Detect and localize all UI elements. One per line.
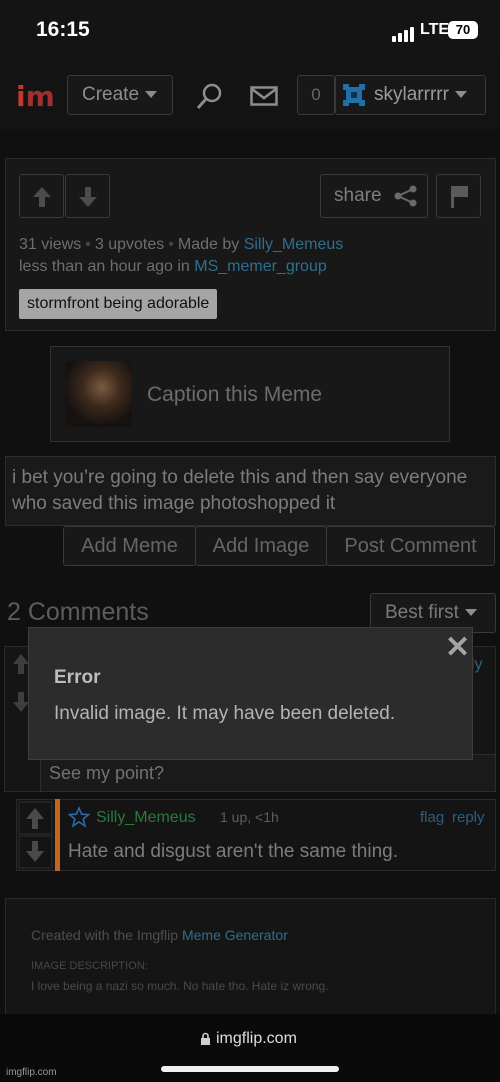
reply-flag-link[interactable]: flag <box>420 809 444 826</box>
post-time: less than an hour ago in MS_memer_group <box>19 258 327 275</box>
imgflip-logo[interactable]: im <box>16 80 55 113</box>
avatar <box>343 84 365 106</box>
downvote-button[interactable] <box>65 174 110 218</box>
meme-generator-link[interactable]: Meme Generator <box>182 927 288 943</box>
notification-count[interactable]: 0 <box>297 75 335 115</box>
reply-indent-bar <box>55 799 60 871</box>
meme-thumbnail <box>65 361 132 427</box>
star-icon <box>67 805 91 833</box>
chevron-down-icon <box>145 91 158 99</box>
stream-link[interactable]: MS_memer_group <box>194 258 327 275</box>
add-meme-button[interactable]: Add Meme <box>63 526 196 566</box>
vote-buttons <box>19 174 111 218</box>
created-with-text: Created with the Imgflip Meme Generator <box>31 927 288 943</box>
reply-username[interactable]: Silly_Memeus <box>96 809 196 827</box>
chevron-down-icon <box>464 609 477 617</box>
caption-meme-label: Caption this Meme <box>147 383 323 406</box>
comment-input-text: i bet you’re going to delete this and th… <box>12 467 468 514</box>
lock-icon <box>200 1032 211 1051</box>
post-tag[interactable]: stormfront being adorable <box>19 289 218 319</box>
mail-icon[interactable] <box>250 86 278 111</box>
upvote-button[interactable] <box>19 174 64 218</box>
reply-vote-buttons[interactable] <box>18 801 53 869</box>
modal-message: Invalid image. It may have been deleted. <box>54 703 396 724</box>
error-modal <box>28 627 473 760</box>
post-stats: 31 views • 3 upvotes • Made by Silly_Memeus <box>19 236 344 253</box>
create-button[interactable]: Create <box>67 75 173 115</box>
chevron-down-icon <box>454 91 467 99</box>
imgflip-watermark: imgflip.com <box>6 1067 57 1078</box>
home-indicator[interactable] <box>161 1066 339 1072</box>
image-description: I love being a nazi so much. No hate tho… <box>31 979 329 993</box>
reply-link[interactable]: reply <box>452 809 485 826</box>
share-button[interactable]: share <box>320 174 428 218</box>
share-icon <box>394 185 417 207</box>
post-comment-button[interactable]: Post Comment <box>326 526 495 566</box>
comments-header: 2 Comments <box>7 598 149 626</box>
author-link[interactable]: Silly_Memeus <box>244 236 344 253</box>
close-icon[interactable]: ✕ <box>445 630 470 665</box>
meme-info-box <box>5 898 496 1018</box>
flag-button[interactable] <box>436 174 481 218</box>
image-description-label: IMAGE DESCRIPTION: <box>31 960 148 972</box>
network-label: LTE <box>420 21 450 38</box>
add-image-button[interactable]: Add Image <box>195 526 327 566</box>
reply-meta: 1 up, <1h <box>220 809 279 825</box>
reply-text: Hate and disgust aren't the same thing. <box>68 841 398 862</box>
modal-title: Error <box>54 667 101 688</box>
signal-icon <box>392 24 416 42</box>
status-time: 16:15 <box>36 18 90 41</box>
browser-url[interactable]: imgflip.com <box>216 1030 297 1048</box>
battery-icon: 70 <box>448 21 478 39</box>
flag-icon <box>451 186 468 208</box>
comment-actions: Add Meme Add Image Post Comment <box>63 526 495 566</box>
search-icon[interactable] <box>195 82 225 117</box>
